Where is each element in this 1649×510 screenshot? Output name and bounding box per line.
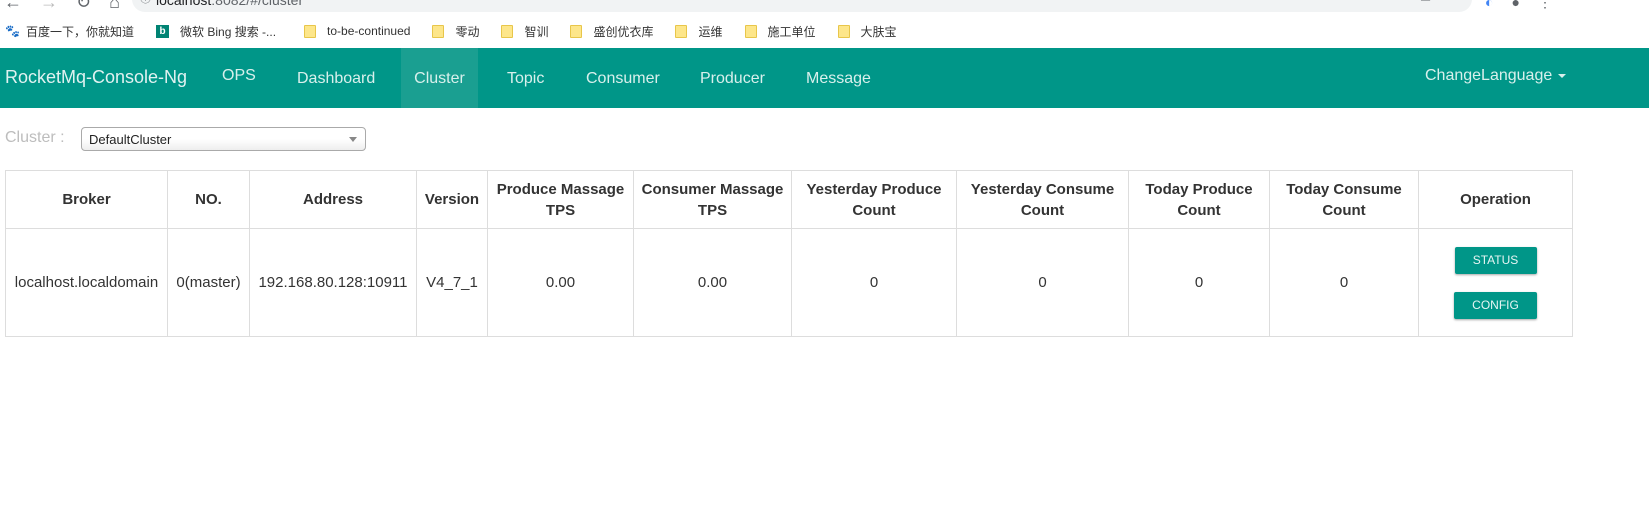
brand-title[interactable]: RocketMq-Console-Ng — [5, 67, 187, 88]
cluster-selected-value: DefaultCluster — [89, 132, 172, 147]
bookmark-folder[interactable]: 大肤宝 — [837, 23, 897, 40]
cell-address: 192.168.80.128:10911 — [249, 228, 417, 337]
header-yesterday-consume: Yesterday Consume Count — [956, 170, 1129, 229]
app-navbar: RocketMq-Console-Ng OPS Dashboard Cluste… — [0, 48, 1649, 108]
bookmark-baidu[interactable]: 🐾 百度一下，你就知道 — [0, 23, 134, 40]
address-bar[interactable]: ⓘ localhost:8082/#/cluster ▣ ☆ — [132, 0, 1472, 12]
folder-icon — [570, 24, 583, 38]
bookmark-star-icon[interactable]: ☆ — [1449, 0, 1460, 2]
status-button[interactable]: STATUS — [1454, 246, 1537, 274]
bookmark-label: 施工单位 — [767, 24, 816, 39]
cell-today-consume: 0 — [1269, 228, 1419, 337]
nav-item-consumer[interactable]: Consumer — [566, 48, 680, 108]
cell-yesterday-produce: 0 — [791, 228, 957, 337]
header-operation: Operation — [1418, 170, 1573, 229]
cell-operation: STATUS CONFIG — [1418, 228, 1573, 337]
bookmark-label: 盛创优衣库 — [593, 24, 654, 39]
bookmark-label: 微软 Bing 搜索 -... — [180, 24, 277, 39]
cell-broker: localhost.localdomain — [5, 228, 168, 337]
dropdown-arrow-icon — [349, 137, 357, 142]
folder-icon — [432, 24, 445, 38]
bookmark-folder[interactable]: 运维 — [675, 23, 723, 40]
folder-icon — [501, 24, 514, 38]
header-today-consume: Today Consume Count — [1269, 170, 1419, 229]
profile-avatar-icon[interactable]: ● — [1511, 0, 1519, 11]
baidu-paw-icon: 🐾 — [5, 23, 20, 38]
header-no: NO. — [167, 170, 250, 229]
bookmark-label: 运维 — [698, 24, 723, 39]
nav-item-topic[interactable]: Topic — [487, 48, 564, 108]
header-produce-tps: Produce Massage TPS — [487, 170, 634, 229]
bookmark-folder[interactable]: to-be-continued — [304, 24, 410, 38]
folder-icon — [675, 24, 688, 38]
cluster-select[interactable]: DefaultCluster — [81, 127, 366, 151]
bookmark-label: 大肤宝 — [860, 24, 897, 39]
caret-down-icon — [1558, 73, 1567, 78]
info-icon[interactable]: ⓘ — [140, 0, 151, 6]
cell-no: 0(master) — [167, 228, 250, 337]
url-path: :8082/#/cluster — [211, 0, 304, 8]
bookmark-folder[interactable]: 施工单位 — [744, 23, 816, 40]
nav-item-message[interactable]: Message — [786, 48, 891, 108]
cell-consumer-tps: 0.00 — [633, 228, 792, 337]
extension-icon[interactable]: ◐ — [1485, 0, 1493, 11]
translate-icon[interactable]: ▣ — [1420, 0, 1431, 2]
nav-item-ops[interactable]: OPS — [202, 48, 276, 108]
back-icon[interactable]: ← — [4, 0, 22, 13]
table-header-row: Broker NO. Address Version Produce Massa… — [5, 170, 1573, 229]
bookmark-folder[interactable]: 零动 — [432, 23, 479, 40]
home-icon[interactable]: ⌂ — [109, 0, 120, 13]
change-language-label: ChangeLanguage — [1425, 67, 1553, 84]
bookmarks-bar: 🐾 百度一下，你就知道 b 微软 Bing 搜索 -... to-be-cont… — [0, 20, 1649, 42]
header-yesterday-produce: Yesterday Produce Count — [791, 170, 957, 229]
header-consumer-tps: Consumer Massage TPS — [633, 170, 792, 229]
nav-item-producer[interactable]: Producer — [680, 48, 785, 108]
cell-produce-tps: 0.00 — [487, 228, 634, 337]
browser-toolbar: ← → ↻ ⌂ ⓘ localhost:8082/#/cluster ▣ ☆ ◐… — [0, 0, 1649, 14]
forward-icon[interactable]: → — [40, 0, 58, 13]
nav-item-cluster[interactable]: Cluster — [401, 48, 478, 108]
bookmark-folder[interactable]: 智训 — [501, 23, 548, 40]
table-row: localhost.localdomain 0(master) 192.168.… — [5, 228, 1573, 337]
menu-kebab-icon[interactable]: ⋮ — [1538, 0, 1552, 11]
cell-yesterday-consume: 0 — [956, 228, 1129, 337]
cell-version: V4_7_1 — [416, 228, 488, 337]
folder-icon — [744, 24, 757, 38]
bookmark-bing[interactable]: b 微软 Bing 搜索 -... — [156, 23, 276, 40]
reload-icon[interactable]: ↻ — [76, 0, 91, 13]
header-version: Version — [416, 170, 488, 229]
header-broker: Broker — [5, 170, 168, 229]
url-host: localhost — [156, 0, 212, 8]
cell-today-produce: 0 — [1128, 228, 1270, 337]
cluster-label: Cluster : — [5, 129, 65, 146]
header-today-produce: Today Produce Count — [1128, 170, 1270, 229]
folder-icon — [837, 24, 850, 38]
bookmark-label: to-be-continued — [327, 24, 411, 38]
bookmark-folder[interactable]: 盛创优衣库 — [570, 23, 653, 40]
broker-table: Broker NO. Address Version Produce Massa… — [5, 170, 1573, 337]
change-language-dropdown[interactable]: ChangeLanguage — [1425, 67, 1567, 85]
nav-item-dashboard[interactable]: Dashboard — [277, 48, 395, 108]
bookmark-label: 零动 — [455, 24, 480, 39]
bookmark-label: 智训 — [524, 24, 549, 39]
folder-icon — [304, 24, 317, 38]
browser-nav-buttons: ← → ↻ ⌂ — [4, 0, 120, 13]
header-address: Address — [249, 170, 417, 229]
bing-icon: b — [156, 24, 170, 38]
config-button[interactable]: CONFIG — [1454, 291, 1537, 319]
bookmark-label: 百度一下，你就知道 — [26, 24, 135, 39]
